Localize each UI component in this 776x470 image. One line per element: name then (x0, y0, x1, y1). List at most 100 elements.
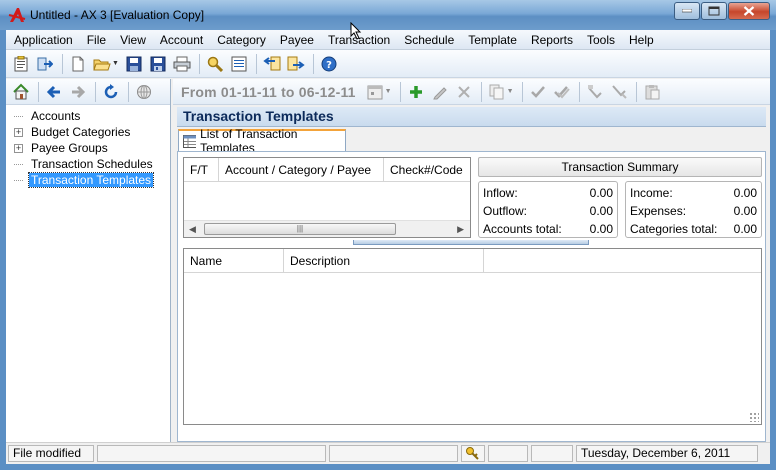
navigation-pane: Accounts + Budget Categories + Payee Gro… (6, 79, 171, 442)
tree-item-payee-groups[interactable]: + Payee Groups (14, 140, 170, 156)
copy-button[interactable] (486, 81, 508, 103)
summary-value: 0.00 (733, 186, 757, 200)
resize-grip[interactable] (749, 412, 759, 422)
menu-help[interactable]: Help (622, 30, 661, 50)
column-header-account[interactable]: Account / Category / Payee (219, 158, 384, 181)
menu-file[interactable]: File (80, 30, 113, 50)
exit-button[interactable] (34, 53, 56, 75)
status-message: File modified (8, 445, 94, 462)
ax-logo-icon[interactable] (8, 6, 26, 24)
tree-item-transaction-schedules[interactable]: Transaction Schedules (14, 156, 170, 172)
panel-splitter[interactable] (353, 240, 589, 245)
refresh-button[interactable] (100, 81, 122, 103)
toolbar-separator (399, 81, 401, 102)
tab-list-of-templates[interactable]: List of Transaction Templates (178, 127, 346, 155)
horizontal-scrollbar[interactable]: ◀ ||| ▶ (184, 220, 470, 237)
transaction-grid[interactable]: F/T Account / Category / Payee Check#/Co… (183, 157, 471, 238)
filter-clear-icon (611, 84, 627, 99)
summary-value: 0.00 (733, 222, 757, 236)
menu-category[interactable]: Category (210, 30, 273, 50)
save-button[interactable] (123, 53, 145, 75)
toolbar-separator (128, 81, 129, 102)
open-dropdown-icon[interactable]: ▼ (112, 60, 119, 67)
copy-dropdown-icon[interactable]: ▼ (507, 88, 514, 95)
menu-template[interactable]: Template (461, 30, 524, 50)
expand-icon[interactable]: + (14, 127, 23, 137)
close-button[interactable] (728, 2, 770, 20)
scroll-right-icon[interactable]: ▶ (457, 224, 464, 235)
summary-row: Categories total: 0.00 (630, 220, 757, 238)
status-panel (488, 445, 528, 462)
add-button[interactable] (405, 81, 427, 103)
import-button[interactable] (261, 53, 283, 75)
title-bar[interactable]: Untitled - AX 3 [Evaluation Copy] (0, 0, 776, 30)
scroll-left-icon[interactable]: ◀ (189, 224, 196, 235)
minimize-icon (682, 9, 692, 13)
svg-text:?: ? (326, 60, 332, 71)
grid-header: Name Description (184, 249, 761, 273)
check-all-button[interactable] (551, 81, 573, 103)
maximize-button[interactable] (701, 2, 727, 20)
home-button[interactable] (10, 81, 32, 103)
tree-item-label: Payee Groups (31, 141, 108, 155)
menu-reports[interactable]: Reports (524, 30, 580, 50)
template-grid[interactable]: Name Description (183, 248, 762, 425)
summary-row: Outflow: 0.00 (483, 202, 613, 220)
tree-item-accounts[interactable]: Accounts (14, 108, 170, 124)
menu-view[interactable]: View (113, 30, 153, 50)
calendar-dropdown-icon[interactable]: ▼ (385, 88, 392, 95)
export-icon (287, 56, 305, 70)
navigation-tree: Accounts + Budget Categories + Payee Gro… (6, 105, 170, 188)
filter-button[interactable] (584, 81, 606, 103)
column-header-ft[interactable]: F/T (184, 158, 219, 181)
status-date: Tuesday, December 6, 2011 (576, 445, 758, 462)
menu-account[interactable]: Account (153, 30, 210, 50)
paste-icon (645, 84, 660, 99)
filter-clear-button[interactable] (608, 81, 630, 103)
print-button[interactable] (171, 53, 193, 75)
find-button[interactable] (204, 53, 226, 75)
back-button[interactable] (43, 81, 65, 103)
summary-label: Inflow: (483, 186, 518, 200)
tree-item-budget-categories[interactable]: + Budget Categories (14, 124, 170, 140)
summary-row: Income: 0.00 (630, 184, 757, 202)
filter-icon (587, 84, 602, 98)
summary-value: 0.00 (589, 222, 613, 236)
tree-item-transaction-templates[interactable]: Transaction Templates (14, 172, 170, 188)
delete-button[interactable] (453, 81, 475, 103)
save-all-button[interactable] (147, 53, 169, 75)
main-pane: From 01-11-11 to 06-12-11 ▼ ▼ Transactio… (173, 79, 770, 442)
tree-connector (14, 115, 23, 117)
forward-button[interactable] (67, 81, 89, 103)
status-panel (531, 445, 573, 462)
summary-accounts-box: Inflow: 0.00 Outflow: 0.00 Accounts tota… (478, 181, 618, 238)
date-range[interactable]: From 01-11-11 to 06-12-11 (181, 84, 356, 100)
new-file-button[interactable] (67, 53, 89, 75)
menu-application[interactable]: Application (6, 30, 80, 50)
minimize-button[interactable] (674, 2, 700, 20)
column-header-check[interactable]: Check#/Code (384, 158, 470, 181)
edit-button[interactable] (429, 81, 451, 103)
paste-button[interactable] (641, 81, 663, 103)
scroll-thumb[interactable]: ||| (204, 223, 396, 235)
calendar-button[interactable] (364, 81, 386, 103)
properties-button[interactable] (10, 53, 32, 75)
menu-payee[interactable]: Payee (273, 30, 321, 50)
open-button[interactable] (91, 53, 113, 75)
check-icon (530, 85, 545, 98)
help-button[interactable]: ? (318, 53, 340, 75)
check-button[interactable] (527, 81, 549, 103)
web-button[interactable] (133, 81, 155, 103)
expand-icon[interactable]: + (14, 143, 23, 153)
summary-row: Accounts total: 0.00 (483, 220, 613, 238)
column-header-name[interactable]: Name (184, 249, 284, 272)
summary-label: Categories total: (630, 222, 718, 236)
menu-tools[interactable]: Tools (580, 30, 622, 50)
export-button[interactable] (285, 53, 307, 75)
forward-icon (72, 85, 86, 98)
find-list-button[interactable] (228, 53, 250, 75)
grid-icon (183, 134, 197, 148)
summary-label: Expenses: (630, 204, 687, 218)
menu-schedule[interactable]: Schedule (397, 30, 461, 50)
column-header-description[interactable]: Description (284, 249, 484, 272)
